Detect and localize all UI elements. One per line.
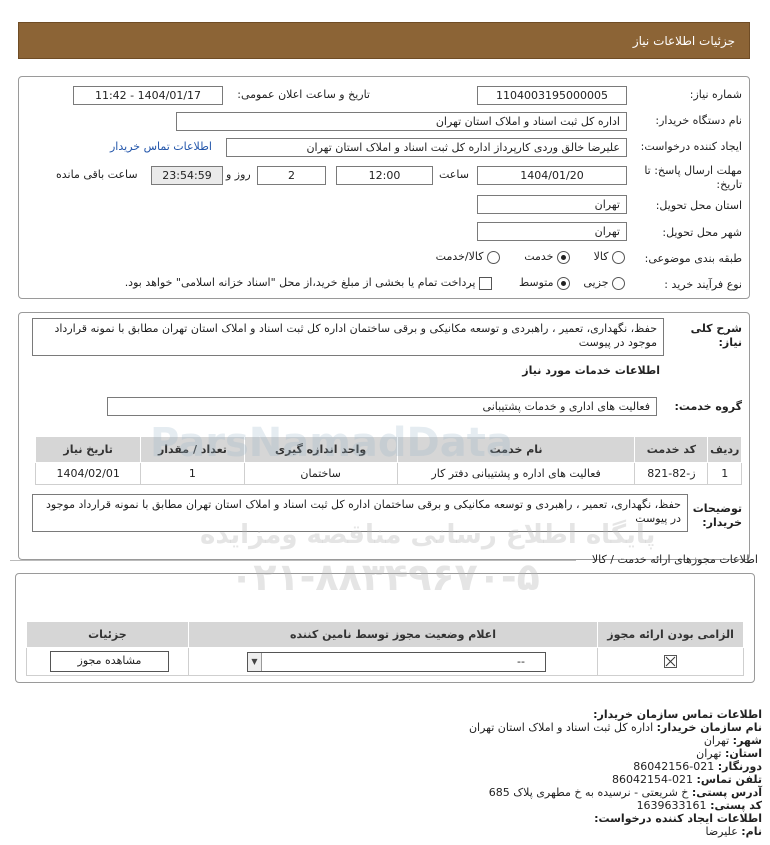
city-field: تهران <box>477 222 627 241</box>
creator-name: نام: علیرضا <box>705 825 762 838</box>
creator-title: اطلاعات ایجاد کننده درخواست: <box>594 812 762 825</box>
col-permit-required: الزامی بودن ارائه مجوز <box>597 621 744 648</box>
page-title: جزئیات اطلاعات نیاز <box>632 34 735 48</box>
category-option-goods[interactable]: کالا <box>594 250 625 264</box>
requester-label: ایجاد کننده درخواست: <box>640 140 742 153</box>
deadline-time-label: ساعت <box>439 168 469 181</box>
contact-postal: کد پستی: 1639633161 <box>636 799 762 812</box>
col-row: ردیف <box>707 436 742 463</box>
permit-required-cell <box>597 647 744 676</box>
remaining-label: ساعت باقی مانده <box>56 168 138 181</box>
permit-status-value: -- <box>517 655 525 668</box>
process-minor-radio[interactable] <box>612 276 625 290</box>
page-header: جزئیات اطلاعات نیاز <box>18 22 750 59</box>
city-label: شهر محل تحویل: <box>662 226 742 239</box>
remaining-time-field: 23:54:59 <box>151 166 223 185</box>
process-option-minor[interactable]: جزیی <box>583 276 625 290</box>
process-label: نوع فرآیند خرید : <box>664 278 742 291</box>
days-label: روز و <box>226 168 251 181</box>
service-group-label: گروه خدمت: <box>674 400 742 413</box>
category-option-service[interactable]: خدمت <box>524 250 570 264</box>
col-code: کد خدمت <box>634 436 709 463</box>
permits-table-header: الزامی بودن ارائه مجوز اعلام وضعیت مجوز … <box>26 621 744 648</box>
process-medium-radio[interactable] <box>557 276 570 290</box>
treasury-payment-option[interactable]: پرداخت تمام یا بخشی از مبلغ خرید،از محل … <box>125 276 492 290</box>
category-label: طبقه بندی موضوعی: <box>644 252 742 265</box>
col-permit-status: اعلام وضعیت مجوز توسط نامین کننده <box>187 621 599 648</box>
cell-unit: ساختمان <box>243 462 398 485</box>
contact-org: نام سازمان خریدار: اداره کل ثبت اسناد و … <box>468 721 762 734</box>
contact-address: آدرس پستی: خ شریعتی - نرسیده به خ مطهری … <box>488 786 762 799</box>
deadline-date-field: 1404/01/20 <box>477 166 627 185</box>
requester-field: علیرضا خالق وردی کارپرداز اداره کل ثبت ا… <box>226 138 627 157</box>
need-number-label: شماره نیاز: <box>689 88 742 101</box>
deadline-time-field: 12:00 <box>336 166 433 185</box>
checkbox-x-icon <box>664 655 678 669</box>
category-service-radio[interactable] <box>557 250 570 264</box>
services-table: ردیف کد خدمت نام خدمت واحد اندازه گیری ت… <box>34 436 742 485</box>
col-date: تاریخ نیاز <box>34 436 142 463</box>
permits-divider <box>10 560 576 561</box>
table-row: 1 ز-82-821 فعالیت های اداره و پشتیبانی د… <box>34 462 742 485</box>
cell-name: فعالیت های اداره و پشتیبانی دفتر کار <box>396 462 636 485</box>
province-field: تهران <box>477 195 627 214</box>
buyer-notes-text: حفظ، نگهداری، تعمیر ، راهبردی و توسعه مک… <box>32 494 688 532</box>
description-label: شرح کلی نیاز: <box>690 322 742 349</box>
announce-label: تاریخ و ساعت اعلان عمومی: <box>237 88 370 101</box>
buyer-contact-info: اطلاعات تماس سازمان خریدار: نام سازمان خ… <box>202 708 762 838</box>
description-text: حفظ، نگهداری، تعمیر ، راهبردی و توسعه مک… <box>32 318 664 356</box>
dropdown-arrow-icon[interactable]: ▼ <box>248 653 262 671</box>
services-section-title: اطلاعات خدمات مورد نیاز <box>522 364 660 377</box>
cell-code: ز-82-821 <box>634 462 709 485</box>
services-table-header: ردیف کد خدمت نام خدمت واحد اندازه گیری ت… <box>34 436 742 463</box>
deadline-label: مهلت ارسال پاسخ: تا تاریخ: <box>644 164 742 191</box>
category-goods-service-radio[interactable] <box>487 250 500 264</box>
permit-status-select[interactable]: ▼ -- <box>247 652 546 672</box>
contact-city: شهر: تهران <box>703 734 762 747</box>
province-label: استان محل تحویل: <box>655 199 742 212</box>
service-group-field: فعالیت های اداری و خدمات پشتیبانی <box>107 397 657 416</box>
buyer-contact-link[interactable]: اطلاعات تماس خریدار <box>110 140 212 153</box>
contact-phone: تلفن تماس: 021-86042154 <box>612 773 762 786</box>
buyer-org-label: نام دستگاه خریدار: <box>655 114 742 127</box>
days-field: 2 <box>257 166 326 185</box>
view-permit-button[interactable]: مشاهده مجوز <box>50 651 169 672</box>
category-goods-radio[interactable] <box>612 250 625 264</box>
need-number-field: 1104003195000005 <box>477 86 627 105</box>
buyer-notes-label: توضیحات خریدار: <box>692 502 742 529</box>
treasury-payment-checkbox[interactable] <box>479 276 492 290</box>
col-qty: تعداد / مقدار <box>140 436 245 463</box>
buyer-org-field: اداره کل ثبت اسناد و املاک استان تهران <box>176 112 627 131</box>
col-unit: واحد اندازه گیری <box>243 436 398 463</box>
col-permit-details: جزئیات <box>26 621 189 648</box>
contact-title: اطلاعات تماس سازمان خریدار: <box>593 708 762 721</box>
permits-section-title: اطلاعات مجوزهای ارائه خدمت / کالا <box>591 553 758 566</box>
cell-date: 1404/02/01 <box>34 462 142 485</box>
process-option-medium[interactable]: متوسط <box>519 276 570 290</box>
cell-qty: 1 <box>140 462 245 485</box>
category-option-goods-service[interactable]: کالا/خدمت <box>436 250 500 264</box>
announce-field: 1404/01/17 - 11:42 <box>73 86 223 105</box>
need-details-panel <box>18 76 750 299</box>
contact-fax: دورنگار: 021-86042156 <box>633 760 762 773</box>
cell-row: 1 <box>707 462 742 485</box>
contact-province: استان: تهران <box>696 747 762 760</box>
col-name: نام خدمت <box>396 436 636 463</box>
